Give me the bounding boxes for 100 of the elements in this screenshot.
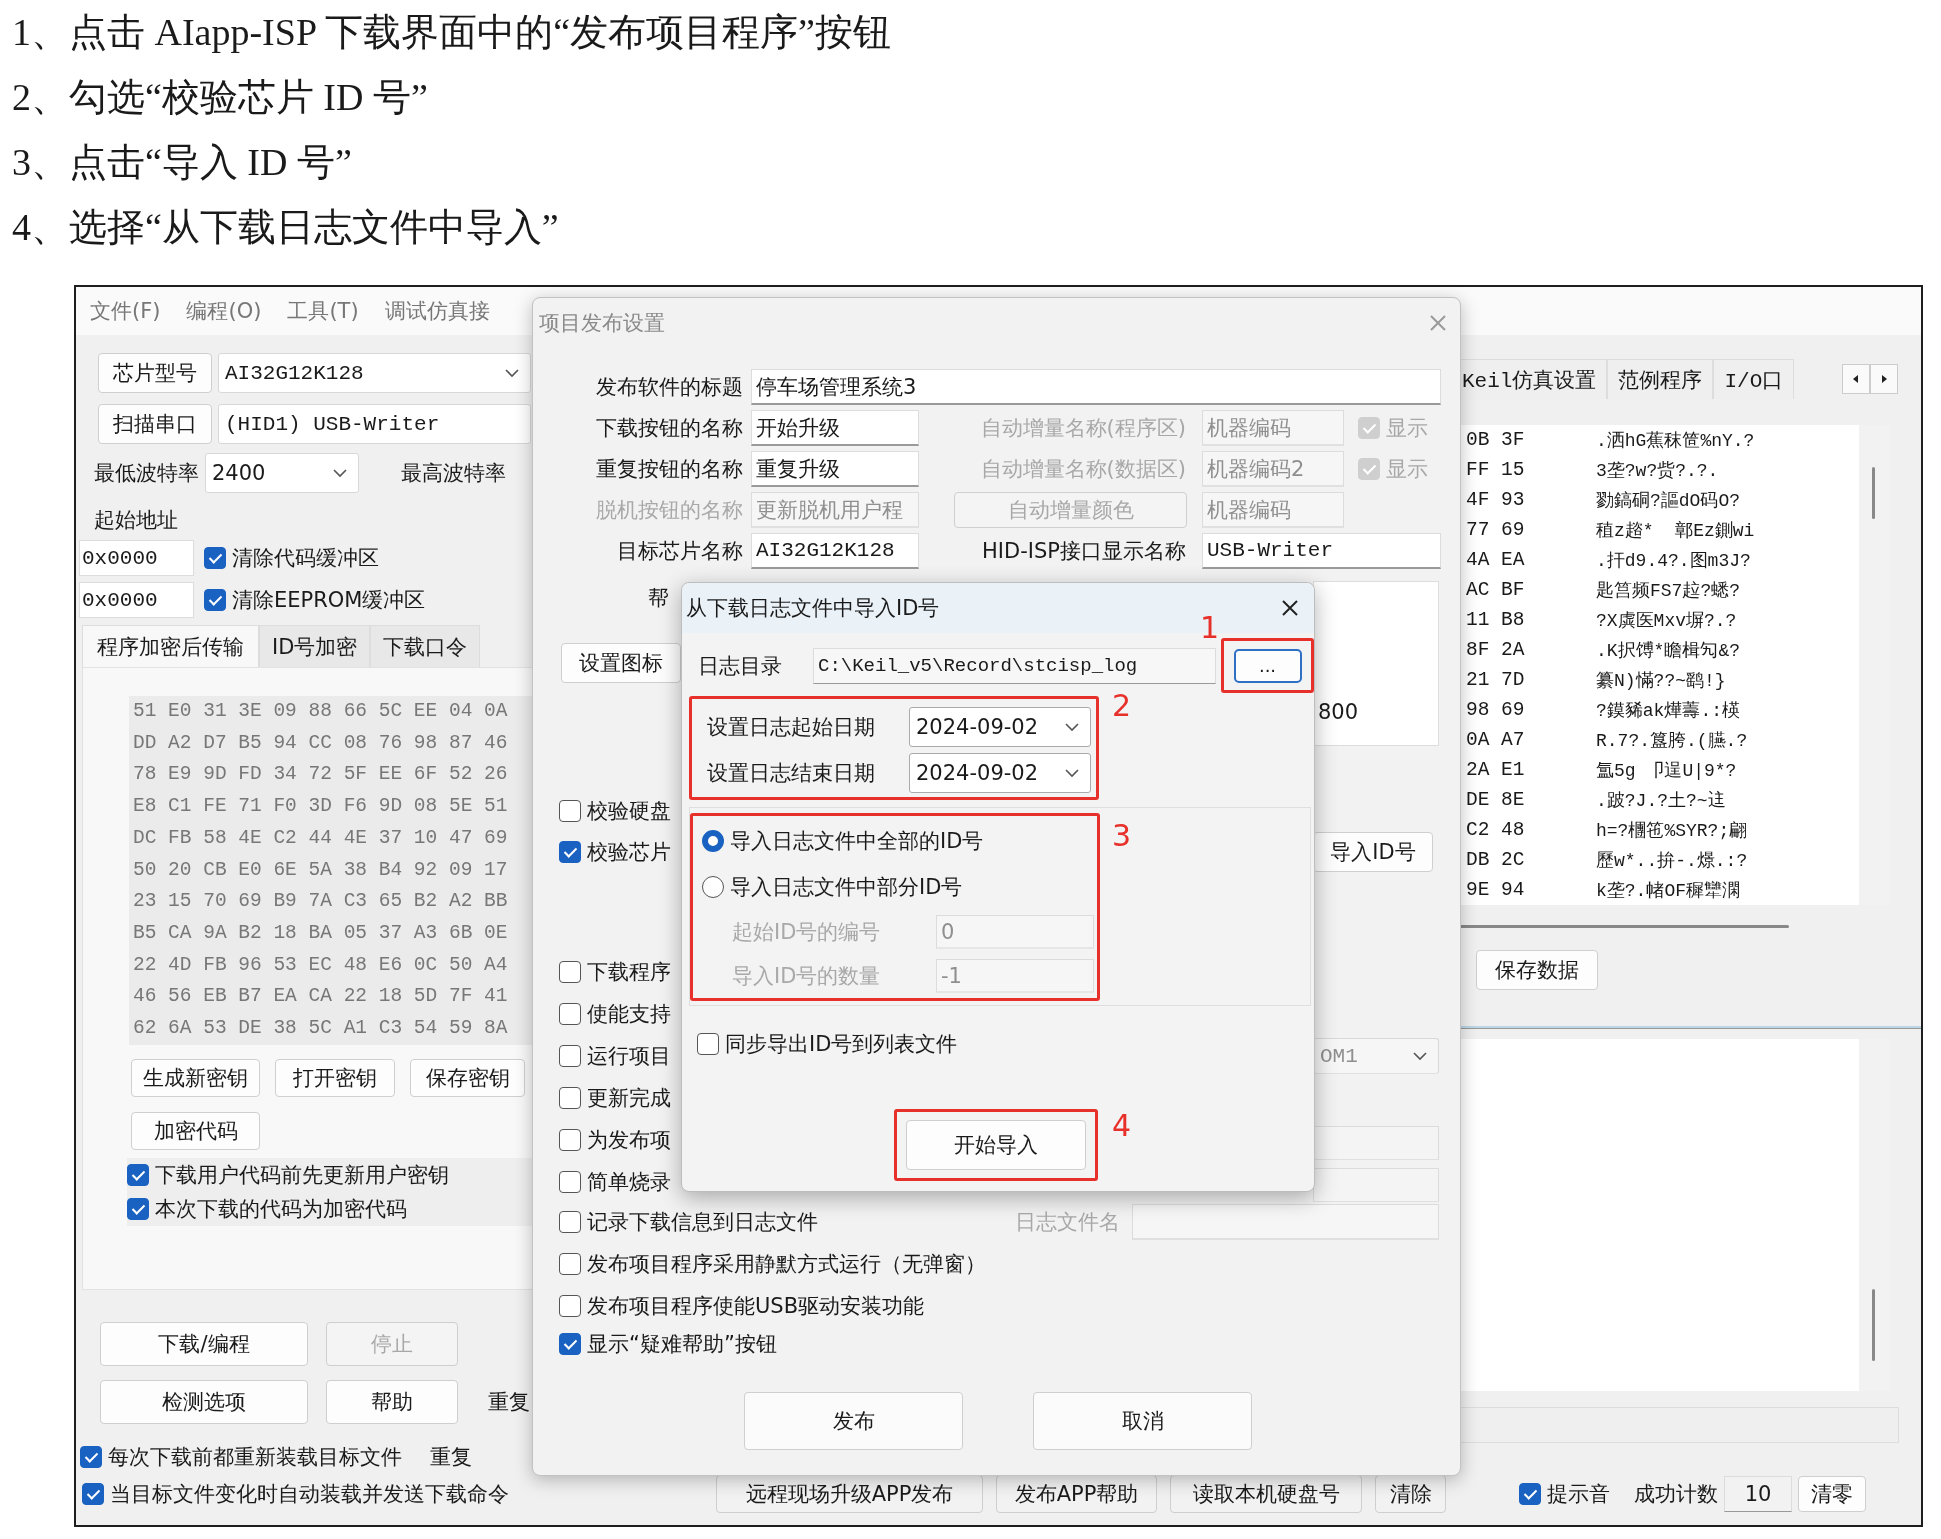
ascii-text: ?鏌豨ak燁薵.:楧	[1596, 700, 1740, 722]
checkbox-label: 显示	[1386, 456, 1428, 483]
start-address-label: 起始地址	[94, 507, 178, 534]
chevron-down-icon	[1412, 1051, 1428, 1061]
tab[interactable]: 下载口令	[370, 625, 481, 667]
radio-button[interactable]	[702, 830, 724, 852]
chip-select[interactable]: AI32G12K128	[218, 353, 531, 393]
checkbox-label: 简单烧录	[587, 1169, 671, 1196]
tab[interactable]: 程序加密后传输	[82, 625, 259, 667]
hex-row-text: 23 15 70 69 B9 7A C3 65 B2 A2 BB	[133, 889, 509, 915]
chevron-down-icon	[332, 468, 348, 478]
port-select[interactable]: (HID1) USB-Writer	[218, 404, 531, 444]
dialog-button[interactable]: 发布	[744, 1392, 963, 1450]
tab[interactable]: Keil仿真设置	[1459, 359, 1608, 399]
checkbox[interactable]	[204, 589, 226, 611]
close-icon[interactable]	[1280, 598, 1300, 618]
checkbox[interactable]	[559, 1333, 581, 1355]
checkbox[interactable]	[559, 961, 581, 983]
text-field[interactable]: 停车场管理系统3	[751, 369, 1441, 405]
address-field[interactable]: 0x0000	[79, 540, 194, 576]
encrypt-code-button[interactable]: 加密代码	[131, 1111, 260, 1150]
toolbar-button[interactable]: 清除	[1375, 1475, 1446, 1513]
checkbox-label: 发布项目程序使能USB驱动安装功能	[587, 1293, 925, 1320]
log-file-name-label: 日志文件名	[1015, 1209, 1120, 1236]
scrollbar[interactable]	[1459, 925, 1789, 928]
scroll-left-button[interactable]	[1842, 364, 1870, 394]
help-text-box[interactable]: 800	[1313, 581, 1439, 746]
menu-item[interactable]: 编程(O)	[186, 297, 262, 325]
checkbox[interactable]	[1519, 1483, 1541, 1505]
menu-item[interactable]: 文件(F)	[90, 297, 161, 325]
text-field[interactable]	[1313, 1168, 1439, 1202]
tab[interactable]: I/O口	[1713, 359, 1795, 399]
set-icon-button[interactable]: 设置图标	[561, 643, 681, 683]
checkbox[interactable]	[559, 1211, 581, 1233]
import-id-button[interactable]: 导入ID号	[1313, 832, 1433, 872]
triangle-right-icon	[1879, 374, 1889, 384]
min-baud-label: 最低波特率	[94, 460, 199, 487]
hex-row-text: E8 C1 FE 71 F0 3D F6 9D 08 5E 51	[133, 794, 509, 820]
action-button[interactable]: 检测选项	[100, 1380, 308, 1424]
hex-bytes: 4F 93	[1466, 489, 1526, 511]
checkbox[interactable]	[559, 1087, 581, 1109]
log-directory-field[interactable]: C:\Keil_v5\Record\stcisp_log	[813, 647, 1216, 684]
log-file-name-field[interactable]	[1132, 1204, 1439, 1240]
checkbox[interactable]	[559, 1295, 581, 1317]
scan-port-button[interactable]: 扫描串口	[98, 404, 212, 444]
checkbox[interactable]	[559, 841, 581, 863]
ascii-text: R.7?.簋胯.(臙.?	[1596, 730, 1748, 752]
checkbox[interactable]	[80, 1446, 102, 1468]
ascii-text: 氲5g 卩逞U|9*?	[1596, 760, 1737, 782]
key-button[interactable]: 保存密钥	[410, 1058, 525, 1097]
min-baud-select[interactable]: 2400	[205, 453, 359, 493]
success-count-field[interactable]: 10	[1724, 1476, 1792, 1512]
checkbox[interactable]	[559, 1045, 581, 1067]
checkbox-label: 每次下载前都重新装载目标文件	[108, 1444, 402, 1471]
menu-item[interactable]: 工具(T)	[287, 297, 359, 325]
scroll-right-button[interactable]	[1870, 364, 1898, 394]
date-picker[interactable]: 2024-09-02	[909, 753, 1091, 793]
address-field[interactable]: 0x0000	[79, 582, 194, 618]
save-data-button[interactable]: 保存数据	[1476, 950, 1598, 990]
instruction-text: 3、点击“导入 ID 号”	[12, 140, 353, 185]
checkbox[interactable]	[559, 1003, 581, 1025]
checkbox[interactable]	[127, 1197, 149, 1220]
checkbox[interactable]	[559, 1129, 581, 1151]
dialog-title: 项目发布设置	[539, 310, 665, 337]
checkbox[interactable]	[82, 1483, 104, 1505]
checkbox[interactable]	[559, 1253, 581, 1275]
text-field[interactable]: 开始升级	[751, 410, 919, 446]
ascii-text: 稙z趦* 鄣Ez鍘wi	[1596, 520, 1755, 542]
action-button[interactable]: 帮助	[326, 1380, 458, 1424]
chip-type-button[interactable]: 芯片型号	[98, 353, 212, 393]
date-picker[interactable]: 2024-09-02	[909, 707, 1091, 747]
text-field[interactable]: AI32G12K128	[751, 533, 919, 569]
toolbar-button[interactable]: 发布APP帮助	[996, 1475, 1157, 1513]
toolbar-button[interactable]: 远程现场升级APP发布	[716, 1475, 983, 1513]
tab[interactable]: ID号加密	[259, 625, 371, 667]
hex-bytes: AC BF	[1466, 579, 1526, 601]
toolbar-button[interactable]: 读取本机硬盘号	[1170, 1475, 1362, 1513]
key-button[interactable]: 生成新密钥	[131, 1058, 260, 1097]
start-import-button[interactable]: 开始导入	[906, 1120, 1086, 1170]
reset-button[interactable]: 清零	[1798, 1476, 1866, 1512]
dialog-button[interactable]: 取消	[1033, 1392, 1252, 1450]
tab[interactable]: 范例程序	[1607, 359, 1714, 399]
radio-button[interactable]	[702, 876, 724, 898]
checkbox[interactable]	[127, 1163, 149, 1186]
checkbox[interactable]	[697, 1033, 719, 1055]
action-button[interactable]: 下载/编程	[100, 1322, 308, 1366]
text-field[interactable]: USB-Writer	[1202, 533, 1441, 569]
text-field[interactable]	[1313, 1126, 1439, 1160]
checkbox[interactable]	[204, 547, 226, 569]
checkbox[interactable]	[559, 1171, 581, 1193]
checkbox-label: 清除EEPROM缓冲区	[232, 587, 426, 614]
checkbox[interactable]	[559, 800, 581, 822]
checkbox-label: 提示音	[1547, 1481, 1610, 1508]
browse-button[interactable]: ...	[1233, 648, 1302, 683]
menu-item[interactable]: 调试仿真接	[384, 297, 490, 325]
hex-row-text: 78 E9 9D FD 34 72 5F EE 6F 52 26	[133, 762, 509, 788]
key-button[interactable]: 打开密钥	[275, 1058, 395, 1097]
help-label: 帮	[648, 585, 669, 612]
text-field[interactable]: 重复升级	[751, 451, 919, 487]
ascii-text: .扞d9.4?.图m3J?	[1596, 550, 1751, 572]
